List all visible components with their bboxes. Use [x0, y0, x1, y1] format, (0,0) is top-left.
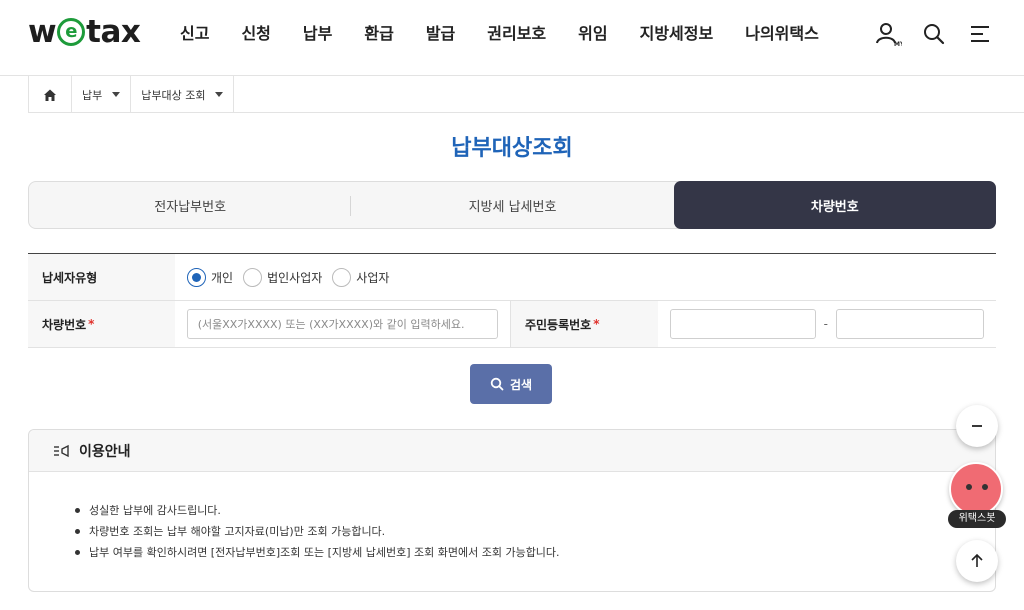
usage-guide: 이용안내 성실한 납부에 감사드립니다. 차량번호 조회는 납부 해야할 고지자… [28, 429, 996, 592]
radio-circle-checked[interactable] [187, 267, 206, 287]
nav-report[interactable]: 신고 [164, 22, 225, 46]
my-label: MY [894, 41, 902, 48]
page-title: 납부대상조회 [451, 136, 573, 161]
required-mark: * [88, 317, 95, 331]
rrn-separator: - [823, 317, 828, 331]
vehicle-number-label: 차량번호 * [28, 301, 175, 347]
logo-tax: tax [86, 14, 141, 50]
taxpayer-type-label: 납세자유형 [28, 254, 175, 300]
scroll-top-button[interactable] [956, 540, 998, 582]
list-item: 납부 여부를 확인하시려면 [전자납부번호]조회 또는 [지방세 납세번호] 조… [75, 542, 995, 563]
breadcrumb: 납부 납부대상 조회 [28, 76, 1024, 113]
megaphone-icon [54, 444, 69, 457]
form-row-taxpayer-type: 납세자유형 개인 법인사업자 사업자 [28, 254, 996, 301]
search-form: 납세자유형 개인 법인사업자 사업자 차량번호* 주민등록번호* [28, 253, 996, 348]
radio-business[interactable]: 사업자 [332, 267, 390, 287]
radio-individual[interactable]: 개인 [187, 267, 234, 287]
breadcrumb-item-payment[interactable]: 납부 [72, 76, 132, 113]
chatbot-button[interactable]: 위택스봇 [946, 462, 1006, 530]
rrn-front-input[interactable] [669, 309, 816, 339]
list-item: 성실한 납부에 감사드립니다. [75, 500, 995, 521]
radio-label: 사업자 [356, 270, 390, 285]
nav-issue[interactable]: 발급 [410, 22, 471, 46]
rrn-back-input[interactable] [836, 309, 984, 339]
radio-circle[interactable] [243, 267, 263, 287]
vehicle-input-cell [175, 301, 510, 347]
vehicle-label-text: 차량번호 [42, 317, 87, 332]
mascot-eye [966, 484, 972, 490]
rrn-label: 주민등록번호 * [509, 301, 658, 347]
form-row-vehicle: 차량번호* 주민등록번호* - [28, 301, 996, 348]
home-icon[interactable] [28, 76, 72, 113]
inquiry-tabs: 전자납부번호 지방세 납세번호 차량번호 [28, 181, 996, 229]
mascot-eye [982, 484, 988, 490]
radio-label: 법인사업자 [267, 270, 323, 285]
radio-corporate[interactable]: 법인사업자 [243, 267, 323, 287]
nav-apply[interactable]: 신청 [225, 22, 286, 46]
wetax-logo[interactable]: w e tax [28, 14, 141, 50]
my-icon[interactable]: MY [874, 20, 902, 48]
rrn-label-text: 주민등록번호 [524, 317, 592, 332]
usage-guide-title: 이용안내 [79, 443, 131, 460]
nav-my-wetax[interactable]: 나의위택스 [729, 22, 835, 46]
collapse-button[interactable] [956, 405, 998, 447]
vehicle-number-input[interactable] [186, 309, 498, 339]
chatbot-label: 위택스봇 [948, 510, 1006, 528]
nav-payment[interactable]: 납부 [287, 22, 348, 46]
nav-refund[interactable]: 환급 [348, 22, 409, 46]
search-icon[interactable] [920, 20, 948, 48]
tab-vehicle-number[interactable]: 차량번호 [673, 181, 996, 229]
tab-local-tax-number[interactable]: 지방세 납세번호 [351, 182, 673, 228]
breadcrumb-item-payment-inquiry[interactable]: 납부대상 조회 [131, 76, 235, 113]
search-button[interactable]: 검색 [470, 364, 552, 404]
usage-guide-header[interactable]: 이용안내 [29, 430, 995, 472]
breadcrumb-label: 납부대상 조회 [141, 88, 206, 102]
chevron-down-icon [215, 92, 224, 97]
chatbot-mascot-icon [949, 462, 1003, 516]
radio-circle[interactable] [332, 267, 352, 287]
search-icon [490, 377, 504, 391]
rrn-input-cell: - [658, 301, 996, 347]
minus-icon [972, 425, 982, 427]
arrow-up-icon [971, 553, 983, 567]
search-button-label: 검색 [509, 377, 533, 392]
header-icons: MY [874, 20, 994, 48]
logo-w: w [28, 14, 57, 50]
breadcrumb-label: 납부 [82, 88, 103, 102]
chevron-down-icon [112, 92, 121, 97]
radio-label: 개인 [211, 270, 234, 285]
taxpayer-type-options: 개인 법인사업자 사업자 [175, 254, 411, 300]
main-nav: 신고 신청 납부 환급 발급 권리보호 위임 지방세정보 나의위택스 [164, 22, 835, 46]
nav-rights[interactable]: 권리보호 [471, 22, 562, 46]
required-mark: * [593, 317, 600, 331]
logo-e: e [57, 18, 86, 46]
list-item: 차량번호 조회는 납부 해야할 고지자료(미납)만 조회 가능합니다. [75, 521, 995, 542]
nav-local-tax-info[interactable]: 지방세정보 [624, 22, 730, 46]
header: w e tax 신고 신청 납부 환급 발급 권리보호 위임 지방세정보 나의위택스… [0, 0, 1024, 76]
usage-guide-list: 성실한 납부에 감사드립니다. 차량번호 조회는 납부 해야할 고지자료(미납)… [29, 472, 995, 563]
menu-icon[interactable] [966, 20, 994, 48]
tab-electronic-payment-number[interactable]: 전자납부번호 [29, 182, 352, 228]
nav-delegate[interactable]: 위임 [562, 22, 623, 46]
